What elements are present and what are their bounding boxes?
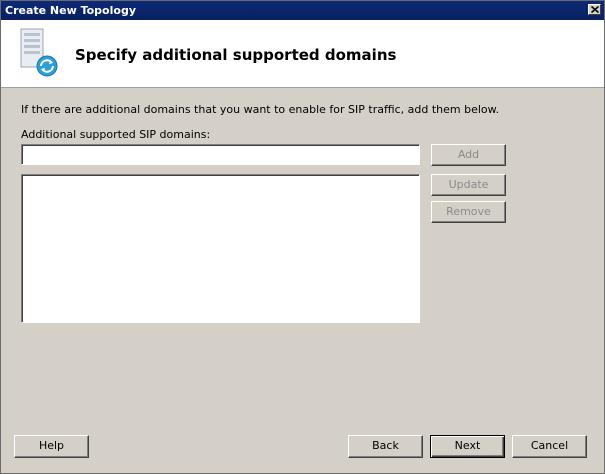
sip-domains-label: Additional supported SIP domains: xyxy=(21,128,211,141)
create-topology-dialog: Create New Topology Specify additional s… xyxy=(0,0,605,474)
cancel-button[interactable]: Cancel xyxy=(512,435,587,458)
sip-domain-input[interactable] xyxy=(21,144,420,165)
wizard-header: Specify additional supported domains xyxy=(1,20,604,88)
topology-server-icon xyxy=(20,28,58,77)
page-title: Specify additional supported domains xyxy=(75,46,397,64)
add-button[interactable]: Add xyxy=(431,144,506,166)
update-button[interactable]: Update xyxy=(431,174,506,196)
window-title: Create New Topology xyxy=(5,4,136,17)
close-button[interactable] xyxy=(588,4,601,15)
domains-listbox[interactable] xyxy=(21,174,420,323)
help-button[interactable]: Help xyxy=(14,435,89,458)
remove-button[interactable]: Remove xyxy=(431,201,506,223)
back-button[interactable]: Back xyxy=(348,435,423,458)
next-button[interactable]: Next xyxy=(430,435,505,458)
close-icon xyxy=(591,6,599,13)
title-bar[interactable]: Create New Topology xyxy=(1,1,604,20)
instruction-text: If there are additional domains that you… xyxy=(21,103,500,116)
